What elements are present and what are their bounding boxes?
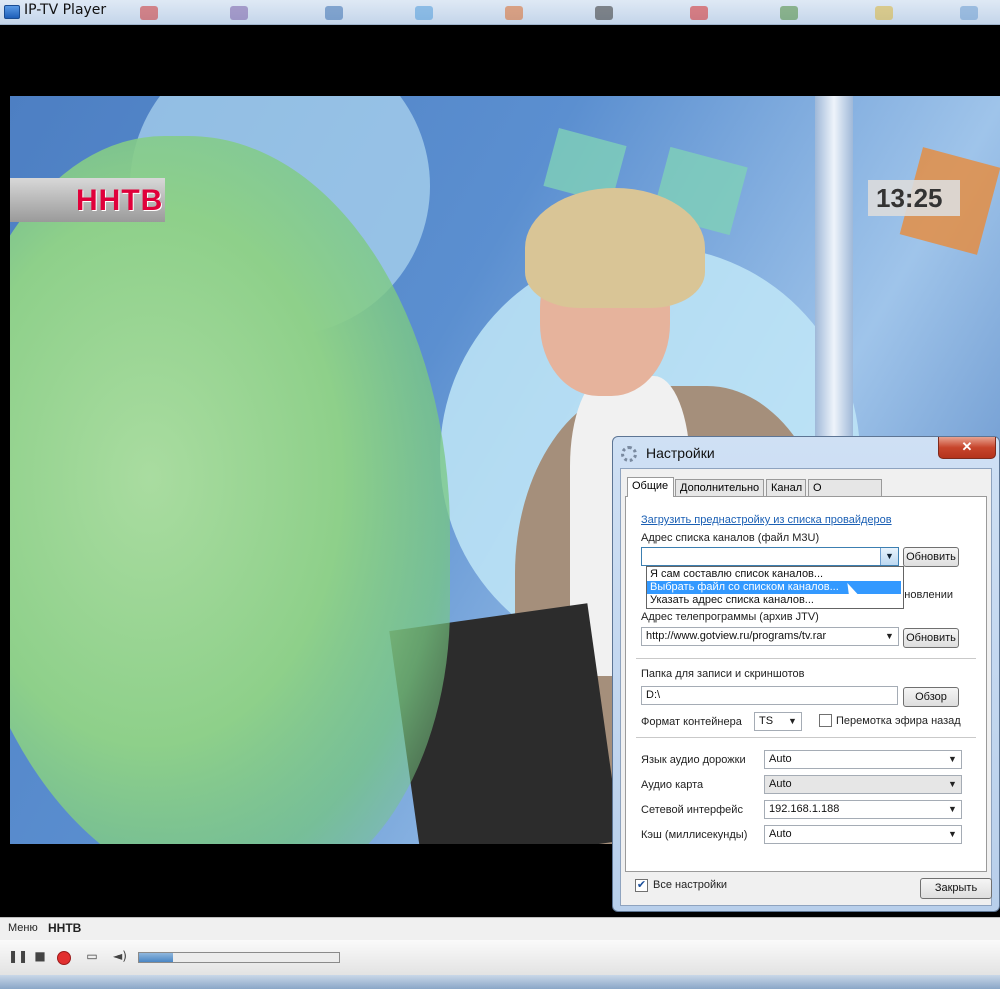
- playlist-dropdown-list: Я сам составлю список каналов... Выбрать…: [646, 566, 904, 609]
- chevron-down-icon[interactable]: ▼: [881, 628, 898, 645]
- divider: [636, 737, 976, 738]
- network-interface-value: 192.168.1.188: [769, 803, 840, 815]
- window-title: IP-TV Player: [24, 2, 107, 18]
- folder-icon[interactable]: ▭: [84, 948, 100, 964]
- current-channel-name[interactable]: ННТВ: [48, 921, 81, 935]
- broadcast-clock-text: 13:25: [876, 183, 943, 213]
- epg-combobox[interactable]: http://www.gotview.ru/programs/tv.rar ▼: [641, 627, 899, 646]
- network-interface-label: Сетевой интерфейс: [641, 804, 743, 816]
- gear-icon: [621, 446, 637, 462]
- dropdown-option[interactable]: Указать адрес списка каналов...: [647, 594, 901, 607]
- channel-logo-text: ННТВ: [76, 184, 164, 217]
- taskbar-ghost-icon: [505, 6, 523, 20]
- audio-card-value: Auto: [769, 778, 792, 790]
- container-select[interactable]: TS ▼: [754, 712, 802, 731]
- audio-track-select[interactable]: Auto ▼: [764, 750, 962, 769]
- taskbar-ghost-icon: [415, 6, 433, 20]
- tab-general[interactable]: Общие: [627, 477, 674, 497]
- taskbar-ghost-icon: [875, 6, 893, 20]
- epg-refresh-button[interactable]: Обновить: [903, 628, 959, 648]
- taskbar-ghost-icon: [140, 6, 158, 20]
- tab-advanced[interactable]: Дополнительно: [675, 479, 764, 496]
- volume-icon[interactable]: ◄): [112, 948, 128, 964]
- playlist-label: Адрес списка каналов (файл M3U): [641, 532, 820, 544]
- taskbar-ghost-icon: [690, 6, 708, 20]
- record-icon[interactable]: [57, 951, 71, 965]
- container-label: Формат контейнера: [641, 716, 742, 728]
- pause-icon[interactable]: ❚❚: [8, 948, 28, 964]
- tab-about[interactable]: О программе: [808, 479, 882, 511]
- all-settings-checkbox[interactable]: ✔: [635, 879, 648, 892]
- menu-button[interactable]: Меню: [8, 922, 38, 934]
- dialog-client: Общие Дополнительно Канал О программе За…: [620, 468, 992, 906]
- tab-channel[interactable]: Канал: [766, 479, 806, 496]
- chevron-down-icon[interactable]: ▼: [944, 751, 961, 768]
- audio-card-label: Аудио карта: [641, 779, 704, 791]
- volume-slider-fill: [139, 953, 173, 962]
- audio-track-label: Язык аудио дорожки: [641, 754, 746, 766]
- volume-slider[interactable]: [138, 952, 340, 963]
- settings-dialog: Настройки ✕ Общие Дополнительно Канал О …: [612, 436, 1000, 912]
- epg-value: http://www.gotview.ru/programs/tv.rar: [646, 630, 827, 642]
- chevron-down-icon[interactable]: ▼: [944, 776, 961, 793]
- chevron-down-icon[interactable]: ▼: [784, 713, 801, 730]
- dropdown-option-selected[interactable]: Выбрать файл со списком каналов...: [647, 581, 901, 594]
- dropdown-option[interactable]: Я сам составлю список каналов...: [647, 568, 901, 581]
- taskbar-ghost-icon: [780, 6, 798, 20]
- channel-logo: ННТВ: [10, 178, 165, 222]
- presenter-hair: [525, 188, 705, 308]
- playlist-combobox[interactable]: ▼: [641, 547, 899, 566]
- hidden-text-fragment: бновлении: [898, 589, 953, 601]
- chevron-down-icon[interactable]: ▼: [944, 826, 961, 843]
- tab-panel-general: Загрузить преднастройку из списка провай…: [625, 496, 987, 872]
- cache-label: Кэш (миллисекунды): [641, 829, 748, 841]
- broadcast-clock: 13:25: [868, 180, 960, 216]
- divider: [636, 658, 976, 659]
- all-settings-label: Все настройки: [653, 879, 728, 891]
- taskbar-ghost-icon: [595, 6, 613, 20]
- player-menubar: Меню ННТВ: [0, 917, 1000, 940]
- browse-button[interactable]: Обзор: [903, 687, 959, 707]
- epg-label: Адрес телепрограммы (архив JTV): [641, 611, 819, 623]
- app-icon: [4, 5, 20, 19]
- record-folder-label: Папка для записи и скриншотов: [641, 668, 805, 680]
- dialog-title: Настройки: [646, 445, 715, 461]
- timeshift-label: Перемотка эфира назад: [836, 715, 961, 727]
- window-titlebar: IP-TV Player: [0, 0, 1000, 25]
- audio-track-value: Auto: [769, 753, 792, 765]
- chevron-down-icon[interactable]: ▼: [880, 548, 898, 565]
- bottom-strip: [0, 975, 1000, 989]
- taskbar-ghost-icon: [325, 6, 343, 20]
- timeshift-checkbox[interactable]: [819, 714, 832, 727]
- taskbar-ghost-icon: [960, 6, 978, 20]
- close-button[interactable]: Закрыть: [920, 878, 992, 899]
- stop-icon[interactable]: ■: [32, 948, 48, 964]
- preset-link[interactable]: Загрузить преднастройку из списка провай…: [641, 514, 892, 526]
- close-icon[interactable]: ✕: [938, 437, 996, 459]
- cache-value: Auto: [769, 828, 792, 840]
- cache-select[interactable]: Auto ▼: [764, 825, 962, 844]
- container-value: TS: [759, 715, 774, 727]
- chevron-down-icon[interactable]: ▼: [944, 801, 961, 818]
- taskbar-ghost-icon: [230, 6, 248, 20]
- audio-card-select[interactable]: Auto ▼: [764, 775, 962, 794]
- playlist-refresh-button[interactable]: Обновить: [903, 547, 959, 567]
- record-folder-input[interactable]: D:\: [641, 686, 898, 705]
- network-interface-select[interactable]: 192.168.1.188 ▼: [764, 800, 962, 819]
